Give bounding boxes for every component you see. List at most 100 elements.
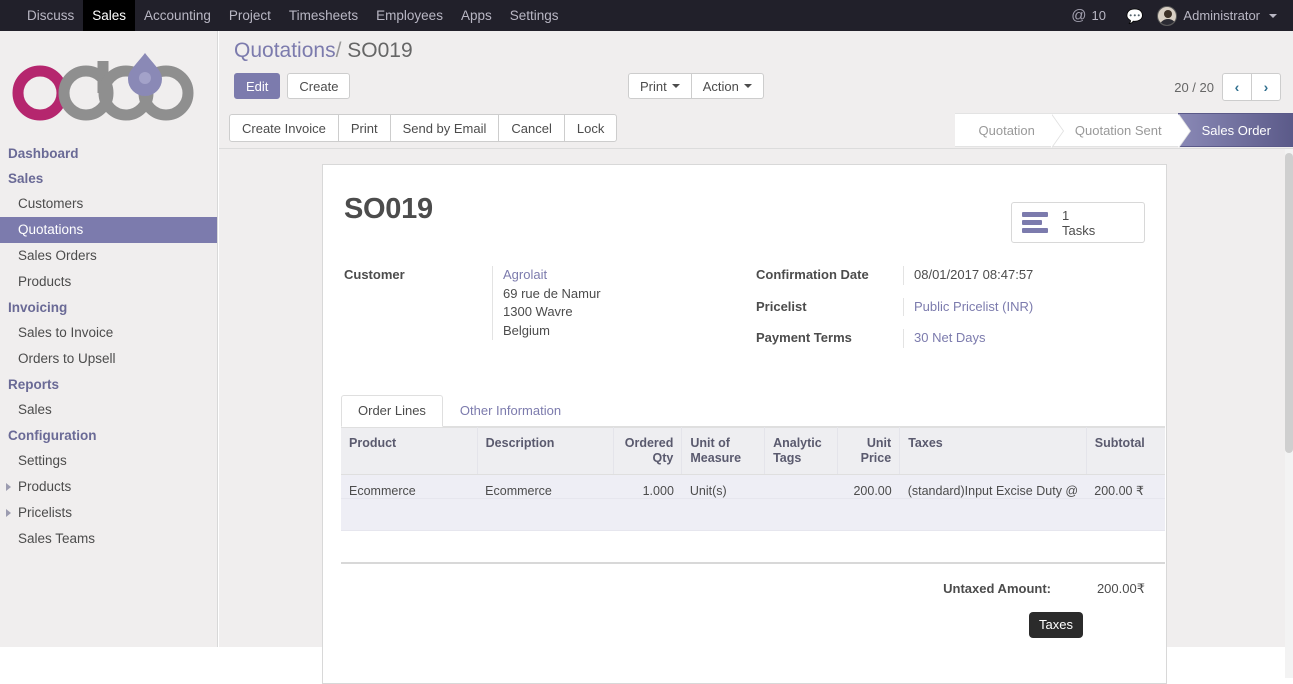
vertical-scrollbar-thumb[interactable]: [1285, 153, 1293, 453]
content-area: Quotations/ SO019 Edit Create Print Acti…: [219, 31, 1293, 684]
form-sheet: SO019 1 Tasks Customer Agrolait 69 rue de …: [322, 164, 1167, 684]
lock-button[interactable]: Lock: [563, 114, 618, 142]
print-button[interactable]: Print: [337, 114, 391, 142]
sidebar-item-products[interactable]: Products: [0, 269, 217, 295]
tasks-count: 1: [1062, 207, 1070, 223]
sidebar-item-label: Products: [18, 274, 72, 289]
sidebar-item-sales-teams[interactable]: Sales Teams: [0, 526, 217, 552]
avatar: [1157, 5, 1178, 26]
app-menu-item-sales[interactable]: Sales: [83, 0, 136, 31]
sidebar-section-dashboard[interactable]: Dashboard: [0, 141, 217, 166]
sidebar-item-label: Settings: [18, 453, 67, 468]
field-value-link[interactable]: Public Pricelist (INR): [914, 299, 1033, 314]
status-stage-quotation-sent[interactable]: Quotation Sent: [1050, 113, 1191, 148]
field-value-text: 08/01/2017 08:47:57: [914, 267, 1034, 282]
user-menu[interactable]: Administrator: [1153, 0, 1283, 31]
create-invoice-button[interactable]: Create Invoice: [229, 114, 339, 142]
user-name: Administrator: [1183, 8, 1260, 23]
app-menu-item-accounting[interactable]: Accounting: [135, 0, 220, 31]
pager-previous-button[interactable]: ‹: [1222, 73, 1252, 101]
navbar-systray: @ 10 💬 Administrator: [1061, 0, 1283, 31]
sidebar-section-invoicing[interactable]: Invoicing: [0, 295, 217, 320]
sidebar-item-quotations[interactable]: Quotations: [0, 217, 217, 243]
breadcrumb: Quotations/ SO019: [234, 39, 413, 63]
app-menu-item-apps[interactable]: Apps: [452, 0, 501, 31]
at-icon: @: [1071, 7, 1087, 24]
app-menu-item-project[interactable]: Project: [220, 0, 280, 31]
send-by-email-button[interactable]: Send by Email: [389, 114, 500, 142]
messages-indicator[interactable]: 💬: [1116, 0, 1153, 31]
app-menu-item-discuss[interactable]: Discuss: [18, 0, 83, 31]
column-header-ordered-qty: Ordered Qty: [613, 427, 683, 475]
sidebar-item-customers[interactable]: Customers: [0, 191, 217, 217]
chevron-right-icon: [6, 483, 11, 491]
edit-button[interactable]: Edit: [234, 73, 281, 99]
status-stage-sales-order[interactable]: Sales Order: [1177, 113, 1293, 147]
sidebar-item-sales-to-invoice[interactable]: Sales to Invoice: [0, 320, 217, 346]
sidebar-item-products[interactable]: Products: [0, 474, 217, 500]
app-menu-item-employees[interactable]: Employees: [367, 0, 452, 31]
status-pipeline: Quotation Quotation Sent Sales Order: [954, 113, 1293, 148]
create-button[interactable]: Create: [287, 73, 351, 99]
sidebar-section-sales[interactable]: Sales: [0, 166, 217, 191]
sidebar-item-orders-to-upsell[interactable]: Orders to Upsell: [0, 346, 217, 372]
order-lines-empty-row[interactable]: [341, 498, 1165, 531]
field-label: Pricelist: [756, 298, 807, 314]
mention-count: 10: [1091, 8, 1106, 23]
sidebar-section-reports[interactable]: Reports: [0, 372, 217, 397]
chevron-down-icon: [743, 84, 752, 88]
address-line: 69 rue de Namur: [503, 285, 601, 301]
action-dropdown-label: Action: [702, 78, 739, 94]
sidebar-item-label: Sales Teams: [18, 531, 96, 546]
tasks-smart-button[interactable]: 1 Tasks: [1011, 202, 1145, 243]
chevron-down-icon: [671, 84, 680, 88]
chat-bubble-icon: 💬: [1125, 7, 1144, 24]
sidebar-item-label: Sales Orders: [18, 248, 97, 263]
total-row-untaxed-amount: Untaxed Amount: 200.00₹: [805, 581, 1145, 597]
action-dropdown[interactable]: Action: [690, 73, 764, 99]
pager-count: 20 / 20: [1174, 79, 1214, 95]
sidebar-item-label: Pricelists: [18, 505, 73, 520]
app-menu-item-settings[interactable]: Settings: [501, 0, 568, 31]
field-value: 08/01/2017 08:47:57: [903, 266, 1033, 285]
print-dropdown[interactable]: Print: [628, 73, 692, 99]
sidebar-item-sales-orders[interactable]: Sales Orders: [0, 243, 217, 269]
sidebar-item-sales[interactable]: Sales: [0, 397, 217, 423]
sidebar-item-settings[interactable]: Settings: [0, 448, 217, 474]
brand-logo[interactable]: [0, 31, 217, 139]
print-dropdown-label: Print: [640, 78, 667, 94]
field-confirmation-date: Confirmation Date 08/01/2017 08:47:57: [756, 266, 1166, 285]
tab-order-lines[interactable]: Order Lines: [341, 395, 443, 427]
status-stage-label: Sales Order: [1201, 122, 1271, 138]
sidebar-item-label: Quotations: [18, 222, 84, 237]
address-line: Belgium: [503, 322, 550, 338]
app-menu-item-timesheets[interactable]: Timesheets: [280, 0, 367, 31]
column-header-unit-of-measure: Unit of Measure: [681, 427, 766, 475]
mentions-indicator[interactable]: @ 10: [1061, 0, 1116, 31]
status-stage-label: Quotation: [978, 122, 1035, 138]
breadcrumb-quotations[interactable]: Quotations: [234, 39, 336, 62]
sidebar-item-pricelists[interactable]: Pricelists: [0, 500, 217, 526]
form-tabs: Order Lines Other Information: [341, 395, 1165, 427]
pager-next-button[interactable]: ›: [1251, 73, 1281, 101]
sidebar-section-configuration[interactable]: Configuration: [0, 423, 217, 448]
tasks-label: Tasks: [1062, 222, 1096, 238]
customer-link[interactable]: Agrolait: [503, 266, 601, 285]
sidebar-item-label: Sales to Invoice: [18, 325, 114, 340]
workflow-buttons: Create Invoice Print Send by Email Cancel Lo…: [229, 114, 618, 142]
column-header-taxes: Taxes: [899, 427, 1087, 475]
tab-other-information[interactable]: Other Information: [443, 395, 578, 427]
form-column-left: Customer Agrolait 69 rue de Namur 1300 Wavr…: [344, 266, 756, 361]
table-header-row: Product Description Ordered Qty Unit of Mea…: [341, 427, 1165, 475]
status-stage-quotation[interactable]: Quotation: [954, 113, 1065, 148]
column-header-product: Product: [341, 427, 478, 475]
sidebar-item-label: Products: [18, 479, 72, 494]
field-label: Confirmation Date: [756, 267, 869, 282]
sidebar-item-label: Orders to Upsell: [18, 351, 116, 366]
totals-divider: [341, 562, 1165, 564]
cancel-button[interactable]: Cancel: [498, 114, 565, 142]
field-label: Customer: [344, 267, 405, 282]
chevron-right-icon: [6, 509, 11, 517]
field-value-link[interactable]: 30 Net Days: [914, 330, 986, 345]
address-line: 1300 Wavre: [503, 304, 573, 319]
